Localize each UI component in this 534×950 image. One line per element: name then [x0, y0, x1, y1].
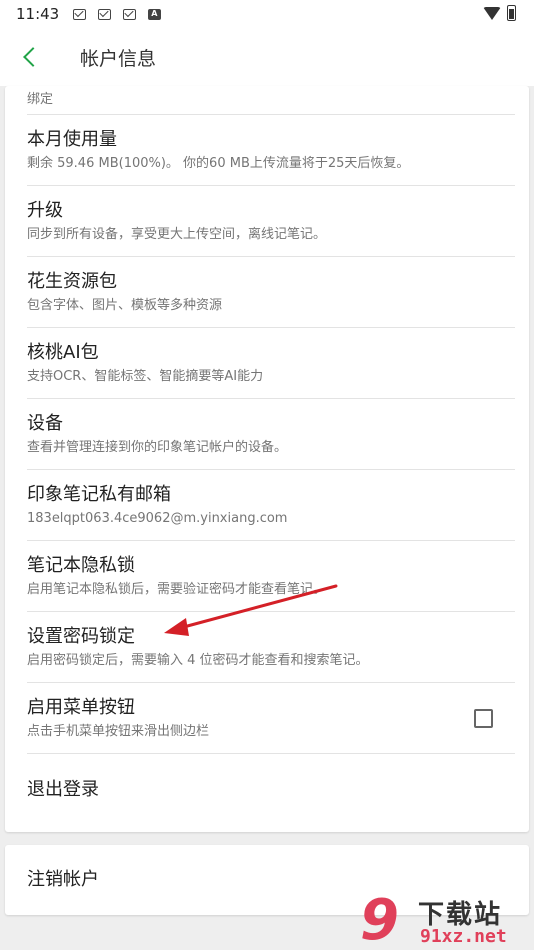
setting-title: 升级 — [27, 200, 63, 221]
setting-title: 本月使用量 — [27, 129, 117, 150]
a-icon: A — [148, 8, 162, 20]
setting-title: 核桃AI包 — [27, 342, 99, 363]
setting-passcode-lock[interactable]: 设置密码锁定 启用密码锁定后，需要输入 4 位密码才能查看和搜索笔记。 — [27, 612, 515, 683]
setting-title: 启用菜单按钮 — [27, 697, 135, 718]
setting-devices[interactable]: 设备 查看并管理连接到你的印象笔记帐户的设备。 — [27, 399, 515, 470]
wifi-icon — [483, 6, 501, 20]
setting-title: 笔记本隐私锁 — [27, 555, 135, 576]
menu-button-checkbox[interactable] — [474, 709, 493, 728]
setting-private-email[interactable]: 印象笔记私有邮箱 183elqpt063.4ce9062@m.yinxiang.… — [27, 470, 515, 541]
mail-icon — [73, 8, 87, 20]
watermark-logo: 9 下载站 91xz.net — [360, 892, 530, 950]
list-item-partial[interactable]: 绑定 — [27, 86, 515, 115]
setting-subtitle: 剩余 59.46 MB(100%)。 你的60 MB上传流量将于25天后恢复。 — [27, 156, 410, 171]
setting-title: 设备 — [27, 413, 63, 434]
setting-subtitle: 查看并管理连接到你的印象笔记帐户的设备。 — [27, 440, 288, 455]
delete-account-label: 注销帐户 — [27, 869, 99, 890]
setting-subtitle: 同步到所有设备，享受更大上传空间，离线记笔记。 — [27, 227, 327, 242]
setting-subtitle: 点击手机菜单按钮来滑出侧边栏 — [27, 724, 210, 739]
setting-title: 设置密码锁定 — [27, 626, 135, 647]
watermark-bottom-text: 91xz.net — [420, 926, 507, 947]
setting-resource-pack[interactable]: 花生资源包 包含字体、图片、模板等多种资源 — [27, 257, 515, 328]
sign-out-label: 退出登录 — [27, 779, 99, 800]
mail-icon — [123, 8, 137, 20]
watermark-nine: 9 — [360, 888, 399, 950]
setting-subtitle: 支持OCR、智能标签、智能摘要等AI能力 — [27, 369, 264, 384]
page-title: 帐户信息 — [80, 47, 157, 70]
setting-ai-pack[interactable]: 核桃AI包 支持OCR、智能标签、智能摘要等AI能力 — [27, 328, 515, 399]
mail-icon — [98, 8, 112, 20]
setting-menu-button[interactable]: 启用菜单按钮 点击手机菜单按钮来滑出侧边栏 — [27, 683, 515, 754]
status-time: 11:43 — [16, 5, 60, 23]
back-button[interactable] — [0, 28, 60, 86]
setting-notebook-lock[interactable]: 笔记本隐私锁 启用笔记本隐私锁后，需要验证密码才能查看笔记。 — [27, 541, 515, 612]
sign-out-button[interactable]: 退出登录 — [27, 754, 515, 826]
setting-subtitle: 启用密码锁定后，需要输入 4 位密码才能查看和搜索笔记。 — [27, 653, 369, 668]
chevron-left-icon — [23, 47, 43, 67]
setting-monthly-usage[interactable]: 本月使用量 剩余 59.46 MB(100%)。 你的60 MB上传流量将于25… — [27, 115, 515, 186]
setting-title: 印象笔记私有邮箱 — [27, 484, 171, 505]
setting-subtitle: 启用笔记本隐私锁后，需要验证密码才能查看笔记。 — [27, 582, 327, 597]
app-bar: 帐户信息 — [0, 28, 534, 86]
a-icon-label: A — [151, 8, 158, 18]
setting-subtitle: 包含字体、图片、模板等多种资源 — [27, 298, 223, 313]
setting-upgrade[interactable]: 升级 同步到所有设备，享受更大上传空间，离线记笔记。 — [27, 186, 515, 257]
battery-icon — [507, 5, 516, 21]
setting-subtitle: 183elqpt063.4ce9062@m.yinxiang.com — [27, 511, 288, 526]
status-bar: 11:43 A — [0, 0, 534, 28]
setting-title: 花生资源包 — [27, 271, 117, 292]
settings-card: 绑定 本月使用量 剩余 59.46 MB(100%)。 你的60 MB上传流量将… — [5, 86, 529, 832]
